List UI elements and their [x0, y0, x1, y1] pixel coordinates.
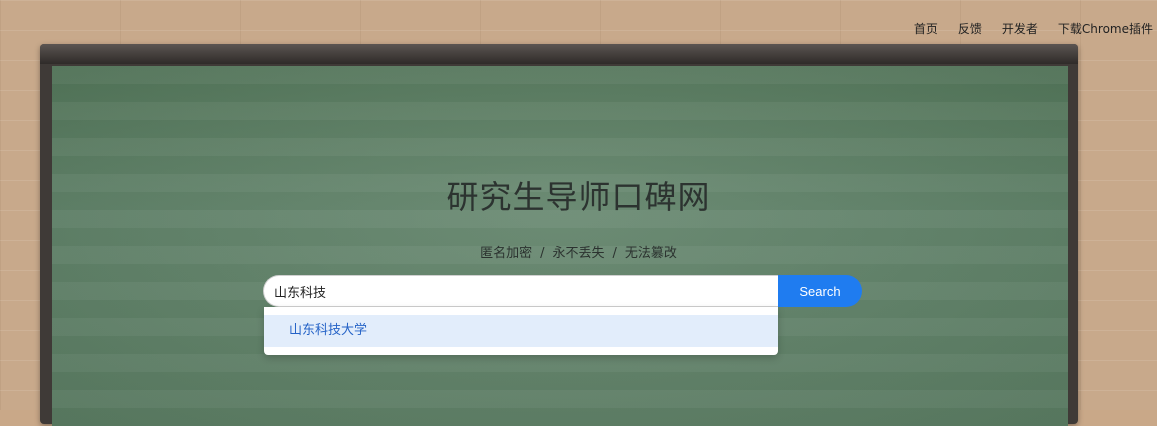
slogan-item-never-lost: 永不丢失: [552, 246, 605, 261]
nav-feedback-link[interactable]: 反馈: [958, 20, 982, 37]
nav-developer-link[interactable]: 开发者: [1002, 20, 1038, 37]
slogan-separator: /: [540, 246, 545, 261]
slogan-item-anonymous: 匿名加密: [480, 246, 533, 261]
slogan-item-tamper-proof: 无法篡改: [624, 246, 677, 261]
slogan: 匿名加密 / 永不丢失 / 无法篡改: [0, 242, 1157, 261]
search-suggestions: 山东科技大学: [264, 307, 778, 355]
nav-chrome-extension-link[interactable]: 下载Chrome插件: [1058, 20, 1153, 37]
search-button[interactable]: Search: [778, 275, 862, 307]
search-input[interactable]: [263, 275, 778, 307]
slogan-separator: /: [612, 246, 617, 261]
site-title: 研究生导师口碑网: [446, 178, 711, 216]
hero: 研究生导师口碑网: [0, 172, 1157, 218]
top-nav: 首页 反馈 开发者 下载Chrome插件: [914, 20, 1153, 37]
nav-home-link[interactable]: 首页: [914, 20, 938, 37]
search-bar: Search: [263, 275, 862, 307]
suggestion-item[interactable]: 山东科技大学: [264, 315, 778, 347]
chalkboard-rail: [40, 44, 1078, 64]
